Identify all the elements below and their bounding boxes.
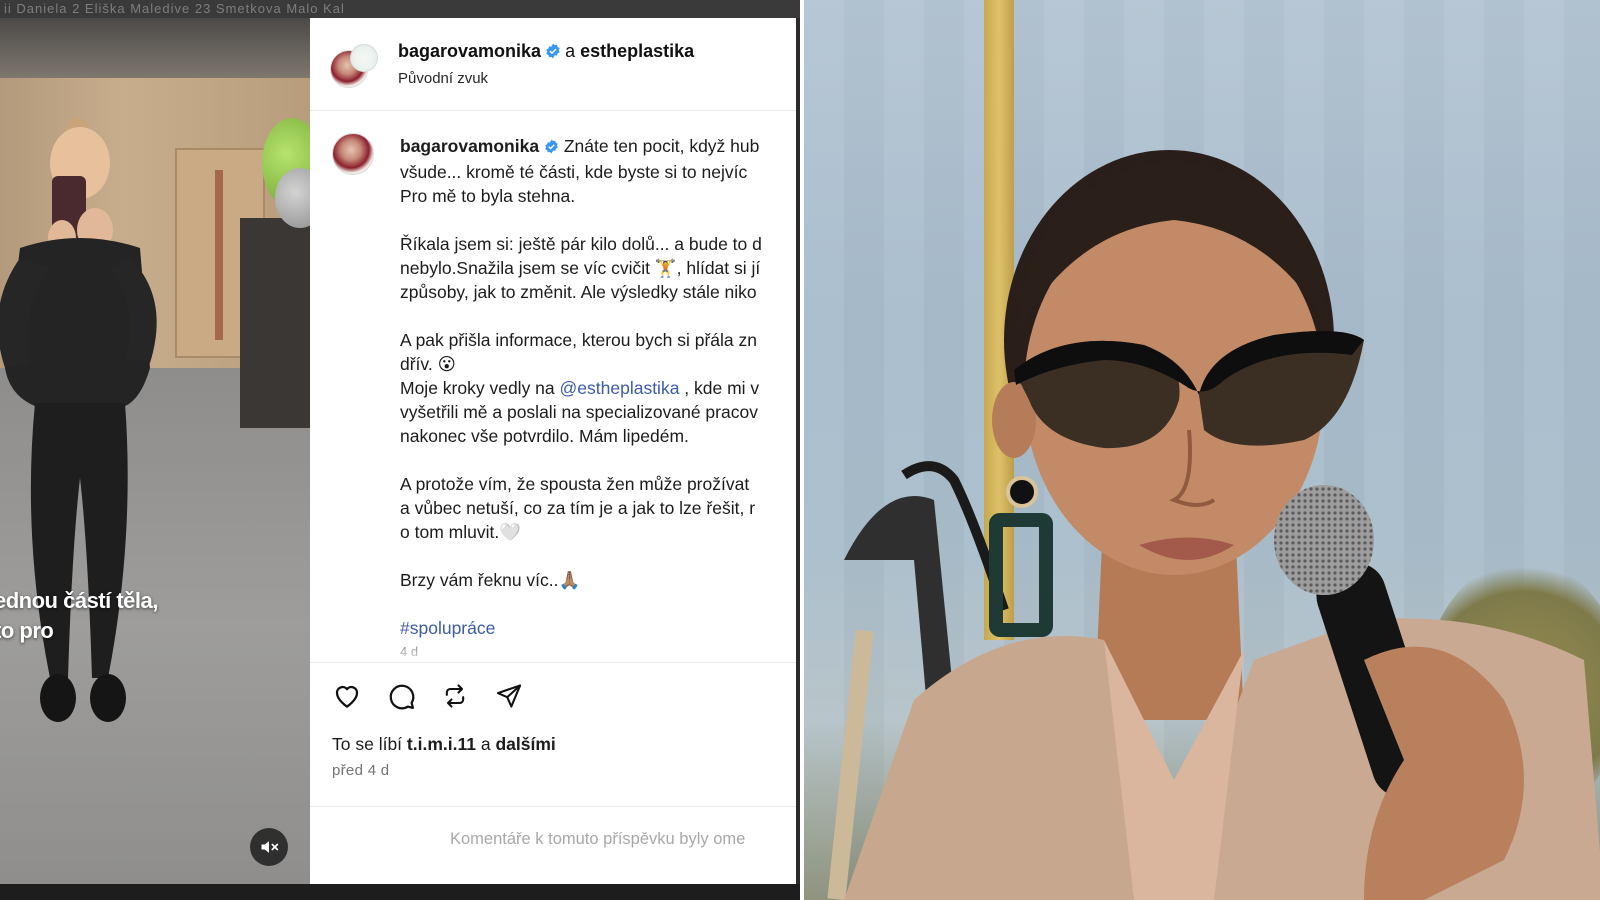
caption-text: vyšetřili mě a poslali na specializované…	[400, 402, 758, 422]
mention-link[interactable]: @estheplastika	[560, 378, 680, 398]
likes-connector: a	[480, 734, 491, 754]
audio-label-link[interactable]: Původní zvuk	[398, 70, 488, 87]
reel-caption-line: ednou částí těla,	[0, 588, 158, 613]
verified-badge-icon	[545, 43, 561, 64]
other-likers-link[interactable]: dalšími	[495, 734, 555, 754]
divider	[310, 662, 796, 663]
author-username-link[interactable]: bagarovamonika	[398, 41, 541, 61]
screenshot-bottom-edge	[0, 884, 800, 900]
caption-text: Moje kroky vedly na	[400, 378, 560, 398]
tab-strip-text: ii Daniela 2 Eliška Maledive 23 Smetkova…	[4, 1, 345, 16]
post-details-panel: bagarovamonika a estheplastika Původní zv…	[310, 18, 796, 884]
divider	[310, 110, 796, 111]
caption-text: A protože vím, že spousta žen může proží…	[400, 474, 750, 494]
repost-icon	[445, 684, 465, 708]
photo-woman-with-microphone	[804, 0, 1600, 900]
divider	[310, 806, 796, 807]
verified-badge-icon	[544, 136, 559, 160]
caption-text: všude... kromě té části, kde byste si to…	[400, 162, 748, 182]
caption-text: o tom mluvit.🤍	[400, 522, 521, 542]
comments-limited-notice: Komentáře k tomuto příspěvku byly ome	[450, 830, 746, 848]
hashtag-link[interactable]: #spolupráce	[400, 616, 796, 640]
collaborator-username-link[interactable]: estheplastika	[580, 41, 694, 61]
caption-scroll-fade	[380, 646, 796, 676]
caption-username-link[interactable]: bagarovamonika	[400, 136, 539, 156]
caption-text: způsoby, jak to změnit. Ale výsledky stá…	[400, 282, 757, 302]
like-button[interactable]	[330, 679, 364, 713]
post-date: před 4 d	[332, 762, 390, 779]
post-actions	[330, 678, 526, 714]
woman-in-sunglasses	[827, 150, 1600, 900]
share-button[interactable]	[492, 679, 526, 713]
gym-ceiling	[0, 18, 310, 78]
equipment-rack	[240, 218, 310, 428]
comment-button[interactable]	[384, 679, 418, 713]
instagram-screenshot: ii Daniela 2 Eliška Maledive 23 Smetkova…	[0, 0, 800, 900]
likes-prefix: To se líbí	[332, 734, 403, 754]
woman-taking-mirror-selfie	[0, 118, 157, 722]
comment-icon	[389, 684, 415, 710]
caption-text: Pro mě to byla stehna.	[400, 186, 576, 206]
repost-button[interactable]	[438, 679, 472, 713]
heart-icon	[335, 685, 359, 708]
caption-text: , kde mi v	[679, 378, 760, 398]
caption-text: A pak přišla informace, kterou bych si p…	[400, 330, 757, 350]
caption-text: dřív. 😮	[400, 354, 456, 374]
caption-text: nebylo.Snažila jsem se víc cvičit 🏋️, hl…	[400, 258, 761, 278]
caption-text: Brzy vám řeknu víc..🙏🏽	[400, 570, 581, 590]
post-header-authors: bagarovamonika a estheplastika	[398, 41, 694, 64]
browser-tab-strip: ii Daniela 2 Eliška Maledive 23 Smetkova…	[0, 0, 800, 18]
speaker-muted-icon	[261, 841, 279, 853]
collaborator-avatar[interactable]	[350, 44, 378, 72]
reel-video[interactable]: ednou částí těla, to pro	[0, 18, 310, 884]
liker-username-link[interactable]: t.i.m.i.11	[407, 734, 476, 754]
send-icon	[496, 684, 522, 708]
reel-caption-line: to pro	[0, 618, 54, 643]
caption-text: Říkala jsem si: ještě pár kilo dolů... a…	[400, 234, 762, 254]
mute-button[interactable]	[250, 828, 288, 866]
likes-summary: To se líbí t.i.m.i.11 a dalšími	[332, 734, 556, 755]
caption-author-avatar[interactable]	[332, 133, 374, 175]
reel-text-overlay: ednou částí těla, to pro	[0, 586, 300, 646]
caption-text: Znáte ten pocit, když hub	[563, 136, 760, 156]
caption-text: nakonec vše potvrdilo. Mám lipedém.	[400, 426, 689, 446]
post-caption: bagarovamonika Znáte ten pocit, když hub…	[400, 134, 796, 664]
caption-text: a vůbec netuší, co za tím je a jak to lz…	[400, 498, 756, 518]
header-connector: a	[565, 41, 576, 61]
